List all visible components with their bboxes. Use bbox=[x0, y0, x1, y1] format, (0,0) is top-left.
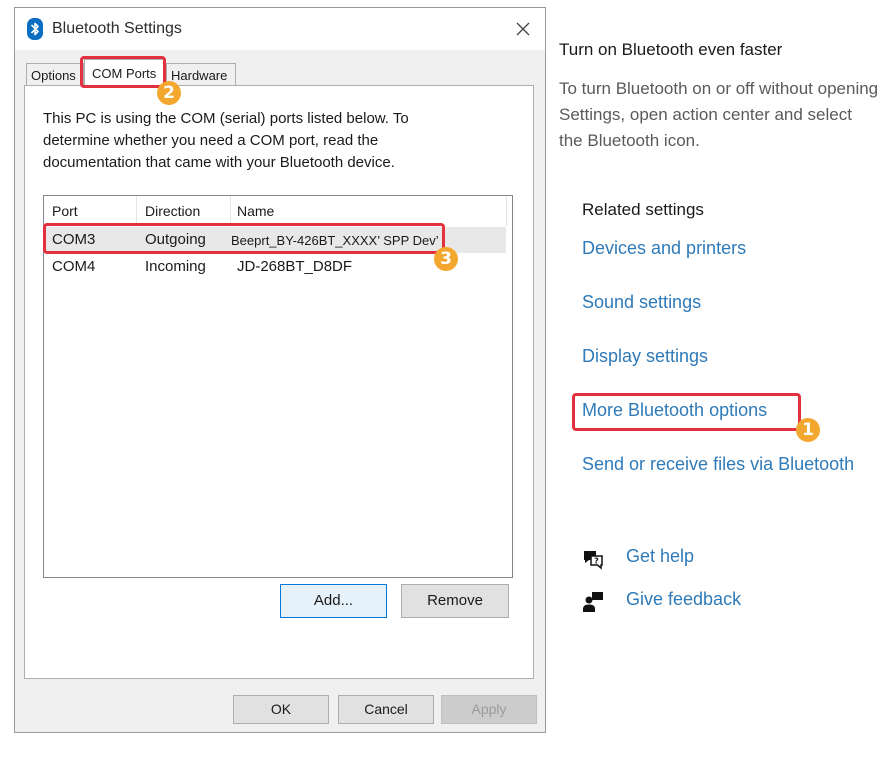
link-devices-and-printers[interactable]: Devices and printers bbox=[582, 238, 746, 259]
close-icon[interactable] bbox=[511, 17, 535, 41]
dialog-title: Bluetooth Settings bbox=[52, 20, 182, 37]
table-row[interactable]: COM3 Outgoing Beeprt_BY-426BT_XXXX’ SPP … bbox=[44, 227, 506, 253]
svg-text:?: ? bbox=[594, 557, 599, 566]
get-help-link[interactable]: ? Get help bbox=[582, 546, 782, 572]
direction-cell: Outgoing bbox=[145, 231, 206, 248]
bluetooth-icon bbox=[27, 18, 43, 40]
tab-hardware[interactable]: Hardware bbox=[166, 63, 236, 85]
tab-options[interactable]: Options bbox=[26, 63, 84, 85]
help-chat-icon: ? bbox=[584, 551, 603, 570]
tab-com-ports[interactable]: COM Ports bbox=[84, 59, 166, 86]
give-feedback-link[interactable]: Give feedback bbox=[582, 589, 782, 615]
com-ports-description: This PC is using the COM (serial) ports … bbox=[43, 110, 409, 171]
step-badge-1: 1 bbox=[796, 418, 820, 442]
link-send-receive-files[interactable]: Send or receive files via Bluetooth bbox=[582, 454, 854, 475]
tip-title: Turn on Bluetooth even faster bbox=[559, 40, 783, 59]
link-more-bluetooth-options[interactable]: More Bluetooth options bbox=[582, 400, 767, 421]
list-header: Port Direction Name bbox=[44, 196, 512, 226]
column-divider[interactable] bbox=[230, 196, 231, 226]
ok-button[interactable]: OK bbox=[233, 695, 329, 724]
column-header-name[interactable]: Name bbox=[237, 203, 274, 219]
direction-cell: Incoming bbox=[145, 258, 206, 275]
feedback-person-icon bbox=[583, 592, 603, 612]
port-cell: COM3 bbox=[52, 231, 96, 248]
title-bar: Bluetooth Settings bbox=[15, 8, 545, 50]
related-settings-heading: Related settings bbox=[582, 200, 704, 219]
port-cell: COM4 bbox=[52, 258, 96, 275]
give-feedback-label: Give feedback bbox=[626, 589, 742, 609]
add-button[interactable]: Add... bbox=[280, 584, 387, 618]
get-help-label: Get help bbox=[626, 546, 695, 566]
cancel-button[interactable]: Cancel bbox=[338, 695, 434, 724]
column-header-port[interactable]: Port bbox=[52, 203, 78, 219]
name-cell: Beeprt_BY-426BT_XXXX’ SPP Dev’ bbox=[231, 233, 439, 248]
tip-description: To turn Bluetooth on or off without open… bbox=[559, 79, 879, 150]
apply-button[interactable]: Apply bbox=[441, 695, 537, 724]
remove-button[interactable]: Remove bbox=[401, 584, 509, 618]
com-ports-panel: This PC is using the COM (serial) ports … bbox=[24, 85, 534, 679]
link-display-settings[interactable]: Display settings bbox=[582, 346, 708, 367]
step-badge-2: 2 bbox=[157, 81, 181, 105]
bluetooth-settings-dialog: Bluetooth Settings Options COM Ports Har… bbox=[14, 7, 546, 733]
column-divider[interactable] bbox=[136, 196, 137, 226]
step-badge-3: 3 bbox=[434, 247, 458, 271]
name-cell: JD-268BT_D8DF bbox=[237, 258, 353, 275]
link-sound-settings[interactable]: Sound settings bbox=[582, 292, 701, 313]
column-header-direction[interactable]: Direction bbox=[145, 203, 200, 219]
column-divider[interactable] bbox=[506, 196, 507, 226]
